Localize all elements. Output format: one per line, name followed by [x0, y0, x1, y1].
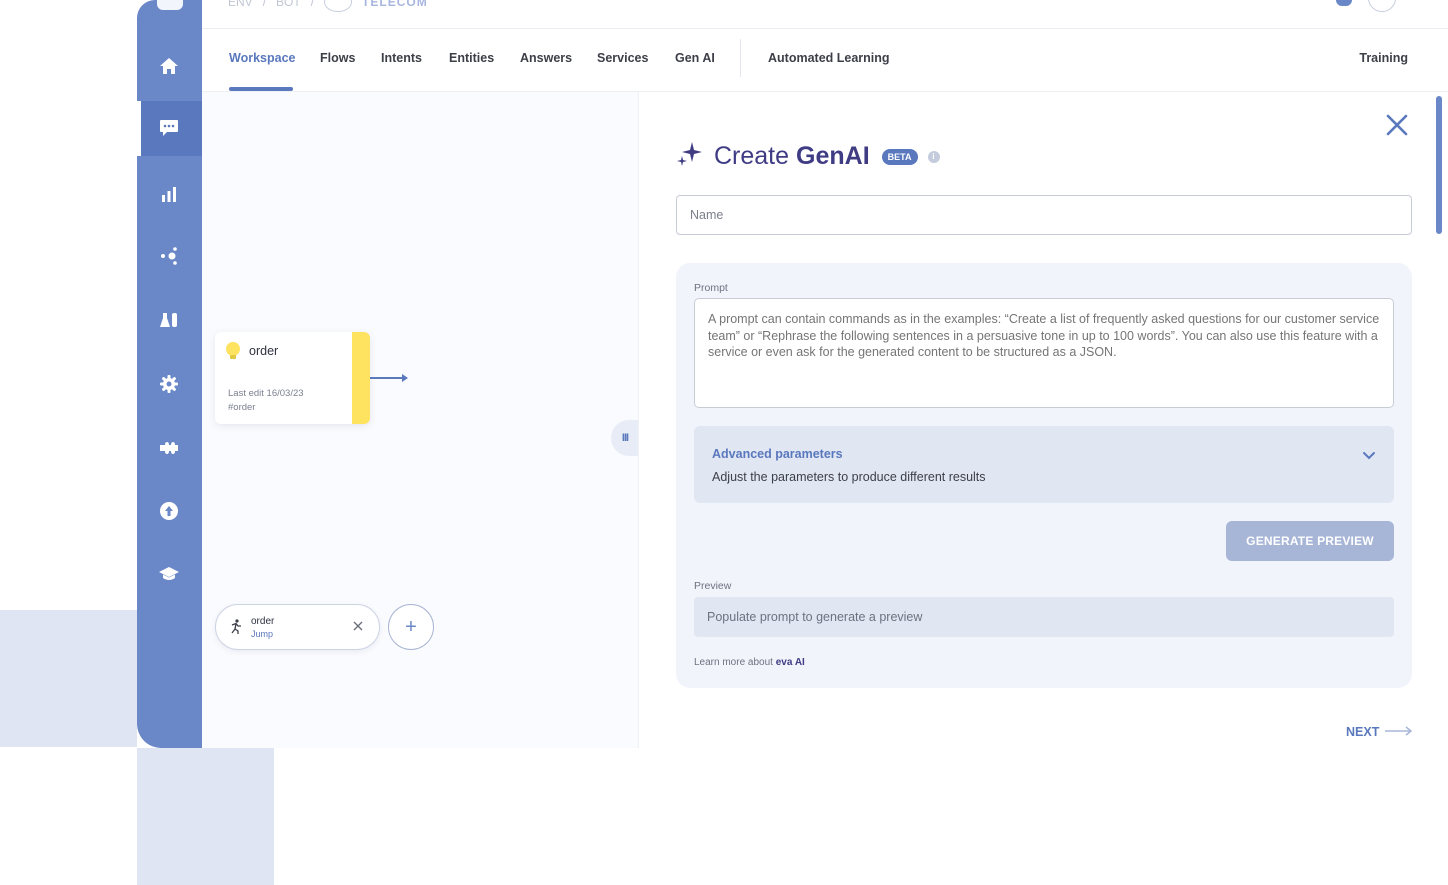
prompt-textarea[interactable]: [694, 298, 1394, 408]
next-button[interactable]: NEXT: [1346, 725, 1413, 739]
project-avatar[interactable]: [324, 0, 353, 12]
eva-ai-link[interactable]: eva AI: [776, 657, 805, 668]
plus-icon: +: [405, 615, 417, 638]
jump-node-title: order: [251, 616, 275, 627]
decor-block-left: [0, 610, 137, 747]
intent-card-color-bar: [352, 332, 370, 424]
create-genai-panel: Create GenAI BETA i Prompt Advanced para…: [638, 92, 1448, 748]
upload-icon[interactable]: [157, 499, 181, 523]
tab-flows[interactable]: Flows: [320, 51, 355, 65]
name-input[interactable]: [676, 195, 1412, 235]
tab-gen-ai[interactable]: Gen AI: [675, 51, 715, 65]
learn-more-text: Learn more about: [694, 657, 773, 668]
preview-box: Populate prompt to generate a preview: [694, 597, 1394, 637]
advanced-parameters-accordion[interactable]: Advanced parameters Adjust the parameter…: [694, 426, 1394, 503]
preview-label: Preview: [694, 580, 732, 592]
breadcrumb-org[interactable]: ENV: [228, 0, 253, 9]
intent-card-title: order: [249, 344, 279, 358]
lightbulb-icon: [226, 342, 240, 359]
add-node-button[interactable]: +: [388, 604, 434, 650]
puzzle-icon[interactable]: [157, 436, 181, 460]
main-tabs: Workspace Flows Intents Entities Answers…: [202, 29, 1448, 92]
sidebar: [137, 0, 202, 748]
prompt-label: Prompt: [694, 282, 728, 294]
generate-preview-button[interactable]: GENERATE PREVIEW: [1226, 521, 1394, 561]
network-icon[interactable]: [157, 244, 181, 268]
title-prefix: Create: [714, 142, 790, 170]
tab-intents[interactable]: Intents: [381, 51, 422, 65]
bell-icon[interactable]: [1336, 0, 1352, 6]
scrollbar[interactable]: [1436, 96, 1442, 234]
user-avatar[interactable]: [1368, 0, 1396, 12]
panel-resize-handle[interactable]: III: [611, 420, 639, 456]
preview-placeholder: Populate prompt to generate a preview: [707, 610, 923, 624]
prompt-section: Prompt Advanced parameters Adjust the pa…: [676, 263, 1412, 688]
arrow-right-icon: [1385, 725, 1413, 739]
next-button-label: NEXT: [1346, 725, 1380, 739]
chevron-down-icon[interactable]: [1362, 448, 1376, 462]
tab-training[interactable]: Training: [1359, 51, 1408, 65]
tab-divider: [740, 39, 741, 77]
top-bar: ENV / BOT / TELECOM: [202, 0, 1448, 29]
tab-automated-learning[interactable]: Automated Learning: [768, 51, 890, 65]
tab-entities[interactable]: Entities: [449, 51, 494, 65]
connector-arrow: [370, 374, 408, 381]
jump-node[interactable]: order Jump: [215, 604, 380, 650]
flow-canvas[interactable]: order Last edit 16/03/23 #order order Ju…: [202, 92, 638, 748]
learn-more: Learn more about eva AI: [694, 657, 805, 668]
decor-block-bottom: [137, 748, 274, 885]
tab-answers[interactable]: Answers: [520, 51, 572, 65]
breadcrumb: ENV / BOT / TELECOM: [228, 0, 428, 12]
active-tab-underline: [229, 87, 293, 91]
intent-card[interactable]: order Last edit 16/03/23 #order: [215, 332, 370, 424]
intent-card-tag: #order: [228, 402, 256, 413]
jump-icon: [230, 619, 242, 638]
breadcrumb-project[interactable]: TELECOM: [362, 0, 428, 9]
advanced-parameters-subtitle: Adjust the parameters to produce differe…: [712, 470, 986, 484]
home-icon[interactable]: [157, 54, 181, 78]
graduation-cap-icon[interactable]: [157, 562, 181, 586]
jump-node-subtitle: Jump: [251, 629, 274, 639]
logo-icon: [157, 0, 183, 10]
title-strong: GenAI: [796, 142, 870, 170]
bar-chart-icon[interactable]: [157, 182, 181, 206]
lab-icon[interactable]: [157, 308, 181, 332]
beta-badge: BETA: [881, 148, 918, 165]
tab-workspace[interactable]: Workspace: [229, 51, 295, 65]
sparkle-icon: [676, 140, 704, 173]
breadcrumb-bot[interactable]: BOT: [276, 0, 301, 9]
gear-icon[interactable]: [157, 372, 181, 396]
chat-icon[interactable]: [157, 116, 181, 140]
tab-services[interactable]: Services: [597, 51, 648, 65]
close-panel-button[interactable]: [1384, 112, 1410, 138]
app-window: ENV / BOT / TELECOM Workspace Flows Inte…: [137, 0, 1448, 748]
close-icon[interactable]: [353, 618, 363, 635]
advanced-parameters-title: Advanced parameters: [712, 447, 843, 461]
panel-title: Create GenAI BETA i: [676, 140, 940, 173]
intent-card-last-edit: Last edit 16/03/23: [228, 388, 304, 399]
close-icon: [1386, 114, 1408, 136]
info-icon[interactable]: i: [927, 150, 940, 163]
